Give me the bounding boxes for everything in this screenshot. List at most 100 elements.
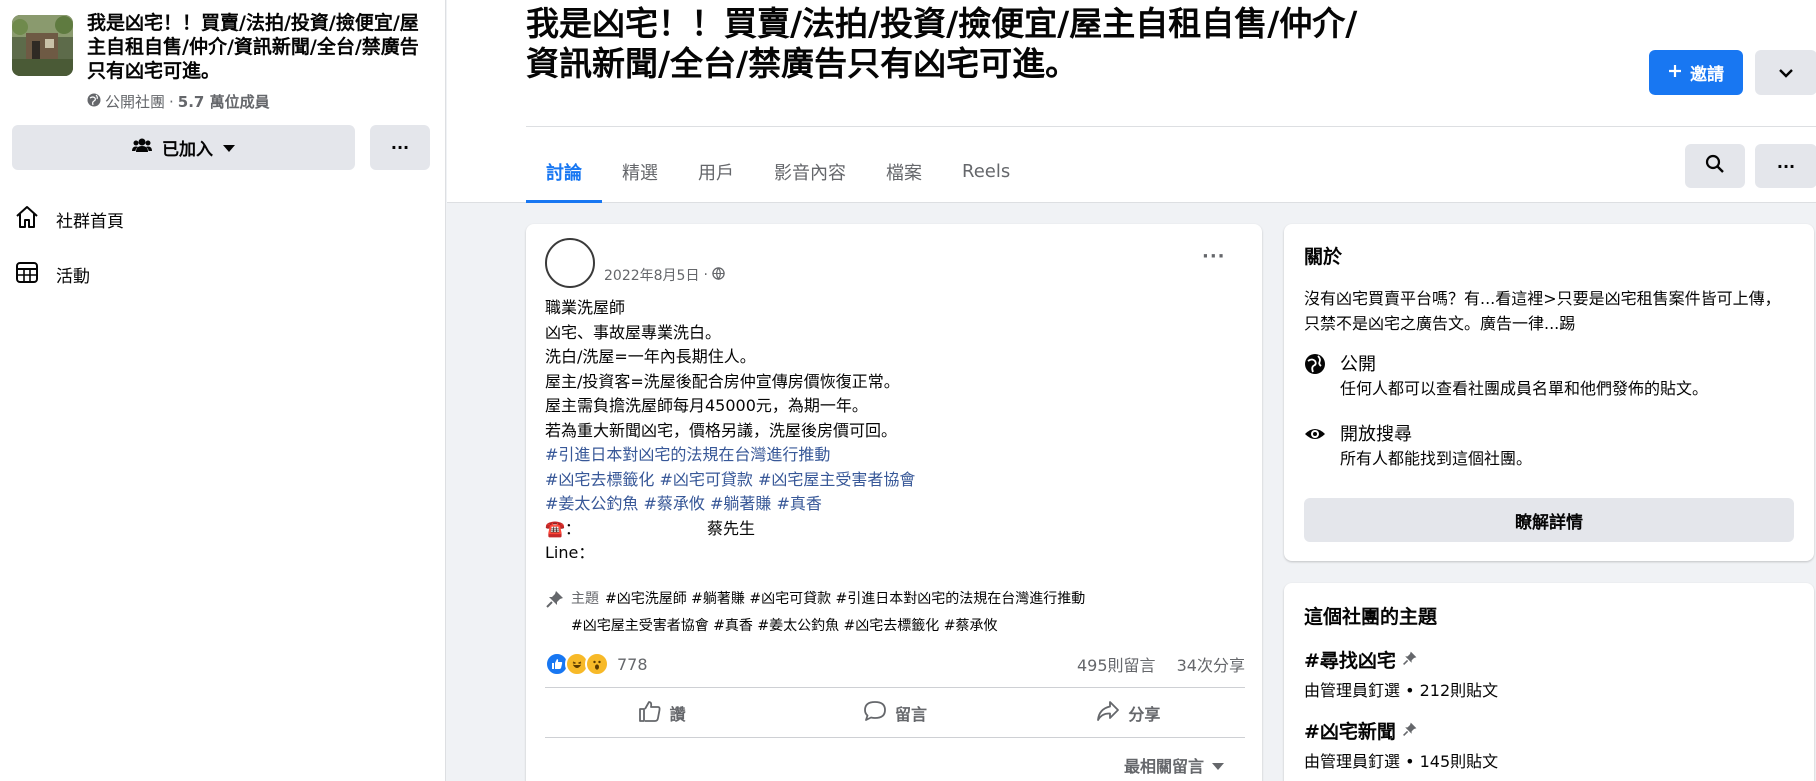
share-button[interactable]: 分享 (1012, 689, 1245, 737)
group-privacy: 公開社團 (105, 93, 166, 111)
share-count[interactable]: 34次分享 (1177, 656, 1245, 675)
phone-prefix: ☎️： (545, 518, 581, 538)
share-icon (1096, 700, 1120, 726)
topic-meta: 由管理員釘選 • 145則貼文 (1304, 752, 1499, 771)
sidebar-item-label: 活動 (56, 267, 90, 287)
plus-icon (1668, 63, 1682, 83)
topics-list[interactable]: #凶宅屋主受害者協會 #真香 #姜太公釣魚 #凶宅去標籤化 #蔡承攸 (571, 616, 997, 637)
pin-icon (1402, 649, 1418, 671)
tab-people[interactable]: 用戶 (678, 140, 754, 203)
group-member-count[interactable]: 5.7 萬位成員 (178, 91, 270, 112)
about-public-title: 公開 (1340, 354, 1376, 375)
learn-more-button[interactable]: 瞭解詳情 (1304, 498, 1794, 542)
about-visible-row: 開放搜尋 所有人都能找到這個社團。 (1304, 423, 1532, 471)
sidebar-item-events[interactable]: 活動 (14, 259, 90, 290)
header-more-button[interactable]: ··· (1755, 144, 1816, 188)
about-description: 沒有凶宅買賣平台嗎？有...看這裡>只要是凶宅租售案件皆可上傳，只禁不是凶宅之廣… (1304, 289, 1781, 333)
post-text-line: 洗白/洗屋=一年內長期住人。 (545, 347, 756, 366)
home-icon (14, 204, 40, 235)
caret-down-icon (1212, 756, 1225, 775)
about-public-desc: 任何人都可以查看社團成員名單和他們發佈的貼文。 (1340, 379, 1709, 398)
group-meta: 公開社團 · 5.7 萬位成員 (87, 91, 270, 112)
comment-sort-label: 最相關留言 (1124, 757, 1205, 776)
post-divider (545, 687, 1245, 688)
about-public-row: 公開 任何人都可以查看社團成員名單和他們發佈的貼文。 (1304, 353, 1708, 401)
like-button[interactable]: 讚 (545, 689, 778, 737)
post-topics: 主題 #凶宅洗屋師 #躺著賺 #凶宅可貸款 #引進日本對凶宅的法規在台灣進行推動… (545, 589, 1245, 637)
globe-icon (87, 93, 101, 111)
sidebar-item-label: 社群首頁 (56, 212, 124, 232)
wow-reaction-icon (585, 652, 609, 676)
eye-icon (1304, 423, 1326, 471)
group-topics-card: 這個社團的主題 #尋找凶宅 由管理員釘選 • 212則貼文 #凶宅新聞 由管理員… (1284, 583, 1814, 781)
topic-name: #凶宅新聞 (1304, 721, 1396, 743)
about-visible-desc: 所有人都能找到這個社團。 (1340, 449, 1533, 468)
post-text-line: 職業洗屋師 (545, 298, 626, 317)
topic-name: #尋找凶宅 (1304, 650, 1396, 672)
post-actions: 讚 留言 分享 (545, 689, 1245, 737)
post-text-line: 凶宅、事故屋專業洗白。 (545, 322, 722, 342)
invite-button[interactable]: 邀請 (1649, 50, 1743, 95)
calendar-icon (14, 259, 40, 290)
globe-icon (1304, 353, 1326, 401)
phone-name: 蔡先生 (707, 518, 756, 538)
line-id-label: Line： (545, 543, 595, 562)
comment-sort-dropdown[interactable]: 最相關留言 (1124, 753, 1225, 777)
group-thumbnail[interactable] (12, 15, 73, 76)
about-visible-title: 開放搜尋 (1340, 424, 1412, 445)
thumbs-up-icon (638, 700, 662, 726)
tab-reels[interactable]: Reels (942, 140, 1030, 203)
comment-count[interactable]: 495則留言 (1077, 656, 1156, 675)
topics-list[interactable]: #凶宅洗屋師 #躺著賺 #凶宅可貸款 #引進日本對凶宅的法規在台灣進行推動 (605, 589, 1085, 610)
pin-icon (545, 589, 565, 616)
hashtag-link[interactable]: #姜太公釣魚 #蔡承攸 #躺著賺 #真香 (545, 492, 1235, 517)
group-header: 我是凶宅！！買賣/法拍/投資/撿便宜/屋主自租自售/仲介/資訊新聞/全台/禁廣告… (447, 0, 1816, 203)
joined-button[interactable]: 已加入 (12, 125, 355, 170)
post-more-button[interactable]: ··· (1202, 246, 1226, 267)
page-title: 我是凶宅！！買賣/法拍/投資/撿便宜/屋主自租自售/仲介/資訊新聞/全台/禁廣告… (526, 4, 1358, 83)
reaction-summary: 778 495則留言 34次分享 (545, 649, 1245, 679)
comment-label: 留言 (894, 705, 927, 724)
author-avatar[interactable] (545, 238, 595, 288)
share-label: 分享 (1128, 705, 1161, 724)
tab-featured[interactable]: 精選 (602, 140, 678, 203)
pin-icon (1402, 720, 1418, 742)
hashtag-link[interactable]: #凶宅去標籤化 #凶宅可貸款 #凶宅屋主受害者協會 (545, 468, 1235, 493)
tab-media[interactable]: 影音內容 (754, 140, 866, 203)
sidebar-more-button[interactable]: ··· (370, 125, 430, 170)
group-name[interactable]: 我是凶宅！！買賣/法拍/投資/撿便宜/屋主自租自售/仲介/資訊新聞/全台/禁廣告… (87, 11, 432, 83)
post-text-line: 屋主/投資客=洗屋後配合房仲宣傳房價恢復正常。 (545, 371, 900, 391)
like-label: 讚 (669, 705, 686, 724)
header-divider (526, 126, 1816, 127)
comment-button[interactable]: 留言 (778, 689, 1011, 737)
topic-meta: 由管理員釘選 • 212則貼文 (1304, 681, 1499, 700)
post-date: 2022年8月5日 (604, 268, 700, 284)
reaction-count[interactable]: 778 (617, 655, 648, 674)
reaction-icons[interactable]: 778 (545, 652, 648, 676)
hashtag-link[interactable]: #引進日本對凶宅的法規在台灣進行推動 (545, 443, 1235, 468)
post-timestamp[interactable]: 2022年8月5日 · (604, 265, 725, 285)
topic-item[interactable]: #凶宅新聞 由管理員釘選 • 145則貼文 (1304, 717, 1498, 772)
group-tabs: 討論 精選 用戶 影音內容 檔案 Reels (526, 140, 1030, 203)
group-search-button[interactable] (1685, 144, 1745, 188)
topics-card-title: 這個社團的主題 (1304, 606, 1438, 628)
topics-label: 主題 (571, 591, 599, 607)
header-expand-button[interactable] (1755, 50, 1816, 95)
members-icon (132, 137, 152, 158)
search-icon (1705, 154, 1725, 178)
phone-line: ☎️： 蔡先生 (545, 517, 1235, 542)
chevron-down-icon (1779, 63, 1793, 82)
tab-files[interactable]: 檔案 (866, 140, 942, 203)
sidebar-item-community-home[interactable]: 社群首頁 (14, 204, 124, 235)
joined-label: 已加入 (162, 140, 213, 160)
tab-discussion[interactable]: 討論 (526, 140, 602, 203)
post-text-line: 若為重大新聞凶宅，價格另議，洗屋後房價可回。 (545, 420, 898, 440)
caret-down-icon (223, 138, 235, 158)
post-divider (545, 737, 1245, 738)
topic-item[interactable]: #尋找凶宅 由管理員釘選 • 212則貼文 (1304, 646, 1498, 701)
globe-icon (712, 266, 725, 284)
invite-label: 邀請 (1690, 65, 1724, 85)
about-title: 關於 (1304, 246, 1343, 268)
feed-post: 2022年8月5日 · ··· 職業洗屋師 凶宅、事故屋專業洗白。 洗白/洗屋=… (526, 224, 1262, 781)
left-sidebar: 我是凶宅！！買賣/法拍/投資/撿便宜/屋主自租自售/仲介/資訊新聞/全台/禁廣告… (0, 0, 446, 781)
